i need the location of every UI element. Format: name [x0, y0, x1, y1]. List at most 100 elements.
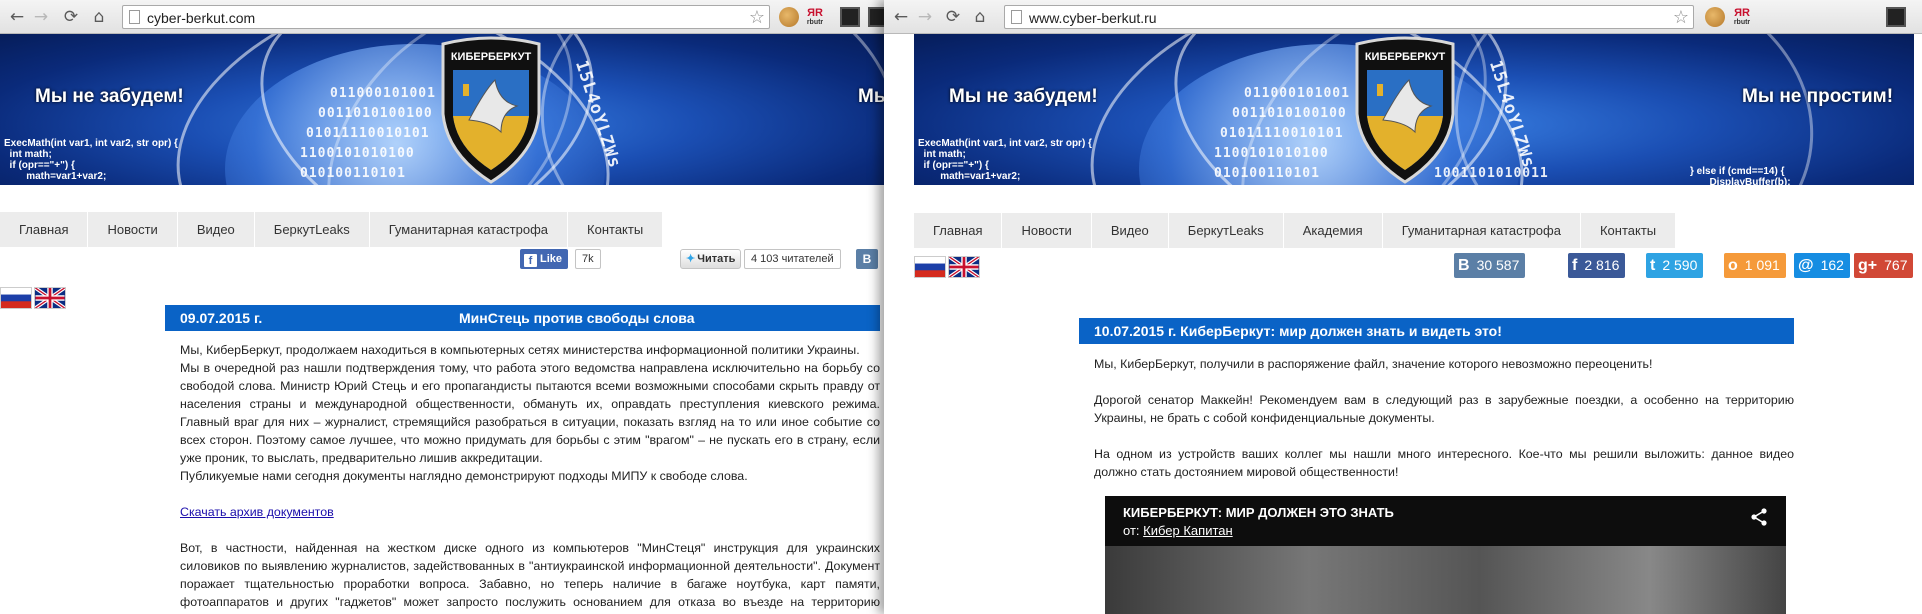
share-count: 1 091 — [1744, 257, 1780, 273]
article-paragraph: Мы, КиберБеркут, получили в распоряжение… — [1094, 357, 1653, 371]
slogan-right: Мы н — [858, 86, 884, 107]
nav-item-berkutleaks[interactable]: БеркутLeaks — [1168, 213, 1284, 248]
slogan-left: Мы не забудем! — [35, 86, 184, 107]
binary-text: 010100110101 — [300, 166, 406, 181]
share-count: 767 — [1884, 257, 1908, 273]
home-icon[interactable]: ⌂ — [969, 6, 991, 28]
code-snippet-left: ExecMath(int var1, int var2, str opr) { … — [4, 138, 178, 182]
english-flag-icon[interactable] — [34, 287, 66, 309]
nav-item-contacts[interactable]: Контакты — [1580, 213, 1677, 248]
binary-text: 01011110010101 — [306, 126, 430, 141]
googleplus-icon: g+ — [1858, 257, 1878, 274]
article-paragraph: Публикуемые нами сегодня документы нагля… — [180, 469, 748, 483]
logo-title-text: КИБЕРБЕРКУТ — [451, 51, 532, 63]
download-archive-link[interactable]: Скачать архив документов — [180, 505, 334, 519]
twitter-follow-label: Читать — [697, 253, 736, 265]
back-arrow-icon[interactable]: ← — [890, 6, 912, 28]
logo-title-text: КИБЕРБЕРКУТ — [1365, 51, 1446, 63]
binary-text: 1100101010100 — [300, 146, 415, 161]
dark-extension-icon[interactable] — [840, 7, 860, 27]
article-paragraph: На одном из устройств ваших коллег мы на… — [1094, 447, 1794, 479]
nav-item-video[interactable]: Видео — [177, 212, 255, 247]
rbutr-extension-icon[interactable]: ЯR rbutr — [1732, 7, 1752, 27]
home-icon[interactable]: ⌂ — [88, 6, 110, 28]
share-count: 162 — [1820, 257, 1844, 273]
address-bar[interactable]: www.cyber-berkut.ru ☆ — [1004, 5, 1694, 29]
mailru-icon: @ — [1798, 257, 1814, 274]
share-button-vk[interactable]: В 30 587 — [1454, 253, 1526, 278]
forward-arrow-icon[interactable]: → — [914, 6, 936, 28]
browser-toolbar: ← → ⟳ ⌂ cyber-berkut.com ☆ ЯR rbutr — [0, 0, 884, 34]
url-text: cyber-berkut.com — [147, 10, 256, 26]
facebook-icon: f — [1572, 257, 1578, 274]
article-paragraph: Мы, КиберБеркут, продолжаем находиться в… — [180, 343, 860, 357]
share-button-facebook[interactable]: f 2 816 — [1568, 253, 1626, 278]
russian-flag-icon[interactable] — [914, 256, 946, 278]
share-icon[interactable] — [1750, 508, 1768, 526]
kiberberkut-shield-logo: КИБЕРБЕРКУТ — [1355, 36, 1455, 184]
article-header: 10.07.2015 г. КиберБеркут: мир должен зн… — [1079, 318, 1794, 344]
cookie-extension-icon[interactable] — [779, 7, 799, 27]
site-banner: 011000101001 0011010100100 0101111001010… — [0, 34, 884, 185]
facebook-icon: f — [524, 254, 537, 267]
nav-item-humanitarian[interactable]: Гуманитарная катастрофа — [369, 212, 569, 247]
forward-arrow-icon[interactable]: → — [30, 6, 52, 28]
nav-item-contacts[interactable]: Контакты — [568, 212, 664, 247]
code-snippet-left: ExecMath(int var1, int var2, str opr) { … — [918, 138, 1092, 182]
share-count: 2 816 — [1584, 257, 1620, 273]
rbutr-extension-icon[interactable]: ЯR rbutr — [805, 7, 825, 27]
video-title[interactable]: КИБЕРБЕРКУТ: МИР ДОЛЖЕН ЭТО ЗНАТЬ — [1123, 505, 1394, 520]
bookmark-star-icon[interactable]: ☆ — [749, 7, 765, 28]
browser-window-right: ← → ⟳ ⌂ www.cyber-berkut.ru ☆ ЯR rbutr 01… — [884, 0, 1922, 614]
url-text: www.cyber-berkut.ru — [1029, 10, 1157, 26]
binary-text: 011000101001 — [330, 86, 436, 101]
video-author-prefix: от: — [1123, 523, 1140, 538]
twitter-followers-count: 4 103 читателей — [744, 249, 841, 269]
odnoklassniki-icon: о — [1728, 257, 1738, 274]
bookmark-star-icon[interactable]: ☆ — [1673, 7, 1689, 28]
article-title: МинСтець против свободы слова — [459, 310, 695, 326]
share-count: 2 590 — [1662, 257, 1698, 273]
twitter-follow-button[interactable]: ✦ Читать — [680, 249, 742, 269]
nav-item-news[interactable]: Новости — [1002, 213, 1092, 248]
english-flag-icon[interactable] — [948, 256, 980, 278]
page-icon — [1011, 10, 1022, 24]
facebook-like-button[interactable]: f Like — [520, 249, 569, 269]
nav-item-news[interactable]: Новости — [88, 212, 178, 247]
video-author-link[interactable]: Кибер Капитан — [1143, 523, 1233, 538]
facebook-like-label: Like — [540, 253, 563, 265]
nav-item-video[interactable]: Видео — [1091, 213, 1169, 248]
video-frame — [1105, 546, 1786, 614]
nav-item-home[interactable]: Главная — [914, 213, 1003, 248]
nav-item-home[interactable]: Главная — [0, 212, 89, 247]
nav-item-humanitarian[interactable]: Гуманитарная катастрофа — [1382, 213, 1581, 248]
article-paragraph: Мы в очередной раз нашли подтверждения т… — [180, 361, 880, 465]
russian-flag-icon[interactable] — [0, 287, 32, 309]
share-button-mailru[interactable]: @162 — [1794, 253, 1850, 278]
page-icon — [129, 10, 140, 24]
reload-icon[interactable]: ⟳ — [60, 6, 82, 28]
reload-icon[interactable]: ⟳ — [942, 6, 964, 28]
share-button-googleplus[interactable]: g+ 767 — [1854, 253, 1914, 278]
back-arrow-icon[interactable]: ← — [6, 6, 28, 28]
binary-text: 0011010100100 — [318, 106, 433, 121]
video-player[interactable]: КИБЕРБЕРКУТ: МИР ДОЛЖЕН ЭТО ЗНАТЬ от: Ки… — [1105, 496, 1786, 614]
nav-item-academy[interactable]: Академия — [1283, 213, 1383, 248]
binary-text: 01011110010101 — [1220, 126, 1344, 141]
video-author-line: от: Кибер Капитан — [1123, 523, 1233, 538]
share-button-odnoklassniki[interactable]: о 1 091 — [1724, 253, 1786, 278]
cookie-extension-icon[interactable] — [1705, 7, 1725, 27]
dark-extension-icon[interactable] — [1886, 7, 1906, 27]
address-bar[interactable]: cyber-berkut.com ☆ — [122, 5, 770, 29]
binary-text: 010100110101 — [1214, 166, 1320, 181]
share-button-twitter[interactable]: t 2 590 — [1646, 253, 1704, 278]
facebook-like-count: 7k — [575, 249, 601, 269]
vk-share-button[interactable]: В — [856, 249, 878, 269]
slogan-right: Мы не простим! — [1742, 86, 1894, 107]
article-paragraph: Вот, в частности, найденная на жестком д… — [180, 541, 880, 614]
dark-extension-icon-2[interactable] — [868, 7, 884, 27]
binary-text: 0011010100100 — [1232, 106, 1347, 121]
site-banner: 011000101001 0011010100100 0101111001010… — [914, 34, 1914, 185]
nav-item-berkutleaks[interactable]: БеркутLeaks — [254, 212, 370, 247]
browser-window-left: ← → ⟳ ⌂ cyber-berkut.com ☆ ЯR rbutr 01100… — [0, 0, 884, 614]
